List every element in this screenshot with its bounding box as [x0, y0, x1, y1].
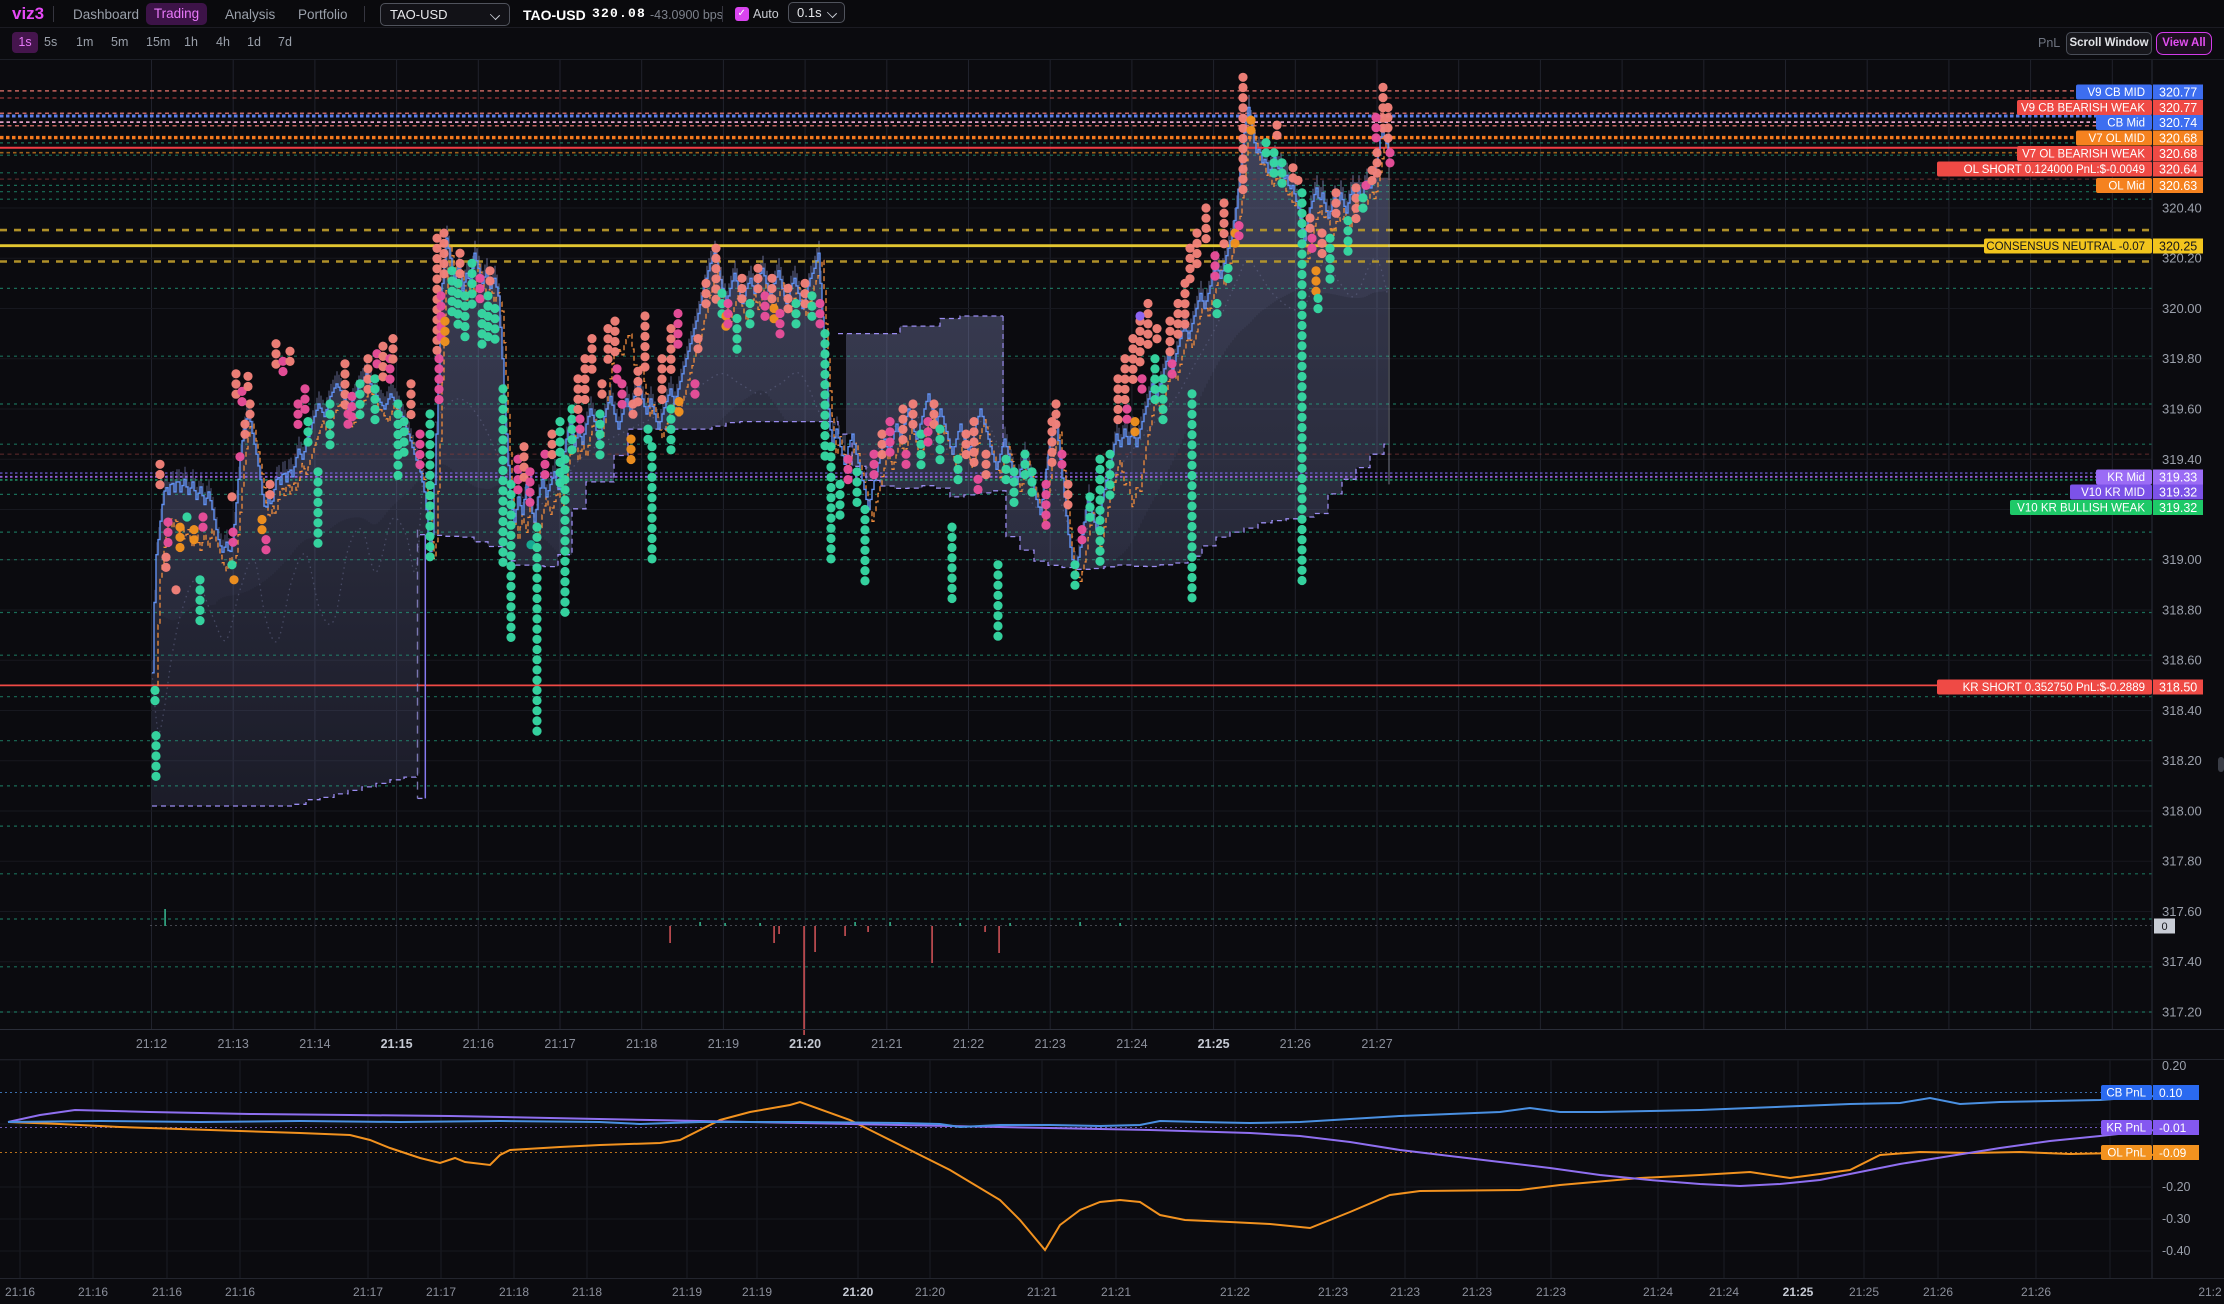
svg-text:21:16: 21:16 — [5, 1285, 35, 1299]
svg-text:0.10: 0.10 — [2159, 1086, 2183, 1100]
svg-text:21:15: 21:15 — [381, 1037, 413, 1051]
svg-text:-0.09: -0.09 — [2159, 1146, 2187, 1160]
svg-text:318.50: 318.50 — [2159, 681, 2197, 695]
svg-text:21:26: 21:26 — [1923, 1285, 1953, 1299]
svg-text:317.40: 317.40 — [2162, 954, 2202, 969]
svg-text:21:14: 21:14 — [299, 1037, 330, 1051]
svg-text:21:13: 21:13 — [218, 1037, 249, 1051]
svg-text:21:2: 21:2 — [2198, 1285, 2222, 1299]
svg-text:21:27: 21:27 — [1361, 1037, 1392, 1051]
svg-text:21:25: 21:25 — [1198, 1037, 1230, 1051]
svg-text:21:23: 21:23 — [1318, 1285, 1348, 1299]
svg-text:-0.20: -0.20 — [2162, 1180, 2191, 1194]
svg-text:320.77: 320.77 — [2159, 101, 2197, 115]
svg-text:319.00: 319.00 — [2162, 552, 2202, 567]
svg-text:21:26: 21:26 — [1280, 1037, 1311, 1051]
svg-text:KR SHORT 0.352750 PnL:$-0.2889: KR SHORT 0.352750 PnL:$-0.2889 — [1963, 682, 2145, 694]
svg-text:320.68: 320.68 — [2159, 132, 2197, 146]
svg-text:21:22: 21:22 — [953, 1037, 984, 1051]
svg-text:V9 CB BEARISH WEAK: V9 CB BEARISH WEAK — [2021, 103, 2145, 115]
svg-text:21:17: 21:17 — [353, 1285, 383, 1299]
svg-text:CONSENSUS NEUTRAL -0.07: CONSENSUS NEUTRAL -0.07 — [1986, 241, 2145, 253]
svg-text:318.00: 318.00 — [2162, 804, 2202, 819]
svg-text:21:20: 21:20 — [915, 1285, 945, 1299]
svg-text:21:17: 21:17 — [544, 1037, 575, 1051]
svg-text:OL SHORT 0.124000 PnL:$-0.0049: OL SHORT 0.124000 PnL:$-0.0049 — [1964, 164, 2145, 176]
svg-text:21:21: 21:21 — [1027, 1285, 1057, 1299]
svg-text:21:26: 21:26 — [2021, 1285, 2051, 1299]
svg-text:-0.30: -0.30 — [2162, 1212, 2191, 1226]
svg-text:CB PnL: CB PnL — [2106, 1088, 2146, 1100]
svg-text:21:20: 21:20 — [789, 1037, 821, 1051]
svg-text:318.80: 318.80 — [2162, 603, 2202, 618]
svg-text:-0.40: -0.40 — [2162, 1244, 2191, 1258]
svg-text:318.20: 318.20 — [2162, 753, 2202, 768]
svg-text:320.77: 320.77 — [2159, 86, 2197, 100]
svg-text:319.40: 319.40 — [2162, 452, 2202, 467]
svg-text:21:25: 21:25 — [1849, 1285, 1879, 1299]
svg-text:319.80: 319.80 — [2162, 351, 2202, 366]
svg-text:21:23: 21:23 — [1462, 1285, 1492, 1299]
svg-text:21:19: 21:19 — [742, 1285, 772, 1299]
svg-text:0: 0 — [2161, 921, 2167, 933]
svg-text:21:12: 21:12 — [136, 1037, 167, 1051]
svg-text:21:24: 21:24 — [1643, 1285, 1673, 1299]
svg-text:320.25: 320.25 — [2159, 240, 2197, 254]
svg-text:319.60: 319.60 — [2162, 402, 2202, 417]
svg-text:V9 CB MID: V9 CB MID — [2087, 87, 2145, 99]
svg-text:21:23: 21:23 — [1390, 1285, 1420, 1299]
svg-text:21:17: 21:17 — [426, 1285, 456, 1299]
svg-text:V7 OL MID: V7 OL MID — [2089, 133, 2145, 145]
svg-text:21:19: 21:19 — [672, 1285, 702, 1299]
svg-text:21:22: 21:22 — [1220, 1285, 1250, 1299]
svg-text:320.74: 320.74 — [2159, 116, 2197, 130]
svg-text:21:21: 21:21 — [871, 1037, 902, 1051]
svg-text:OL Mid: OL Mid — [2108, 181, 2145, 193]
svg-text:21:24: 21:24 — [1709, 1285, 1739, 1299]
svg-text:21:16: 21:16 — [78, 1285, 108, 1299]
svg-text:21:16: 21:16 — [152, 1285, 182, 1299]
svg-text:317.80: 317.80 — [2162, 854, 2202, 869]
svg-text:318.60: 318.60 — [2162, 653, 2202, 668]
svg-text:320.63: 320.63 — [2159, 179, 2197, 193]
svg-text:0.20: 0.20 — [2162, 1059, 2186, 1073]
svg-text:V10 KR BULLISH WEAK: V10 KR BULLISH WEAK — [2017, 503, 2145, 515]
svg-text:317.60: 317.60 — [2162, 904, 2202, 919]
svg-text:21:16: 21:16 — [225, 1285, 255, 1299]
svg-text:21:23: 21:23 — [1536, 1285, 1566, 1299]
svg-text:CB Mid: CB Mid — [2107, 118, 2145, 130]
svg-text:21:23: 21:23 — [1035, 1037, 1066, 1051]
svg-text:21:18: 21:18 — [572, 1285, 602, 1299]
svg-text:21:19: 21:19 — [708, 1037, 739, 1051]
svg-text:V10 KR MID: V10 KR MID — [2081, 487, 2145, 499]
svg-text:KR Mid: KR Mid — [2107, 472, 2145, 484]
svg-text:21:18: 21:18 — [499, 1285, 529, 1299]
svg-text:21:16: 21:16 — [463, 1037, 494, 1051]
svg-text:319.32: 319.32 — [2159, 501, 2197, 515]
svg-text:21:20: 21:20 — [843, 1285, 874, 1299]
svg-text:319.32: 319.32 — [2159, 486, 2197, 500]
svg-text:319.33: 319.33 — [2159, 471, 2197, 485]
svg-text:21:21: 21:21 — [1101, 1285, 1131, 1299]
svg-text:320.00: 320.00 — [2162, 301, 2202, 316]
svg-text:318.40: 318.40 — [2162, 703, 2202, 718]
svg-text:V7 OL BEARISH WEAK: V7 OL BEARISH WEAK — [2022, 149, 2145, 161]
svg-text:21:18: 21:18 — [626, 1037, 657, 1051]
svg-text:320.64: 320.64 — [2159, 163, 2197, 177]
svg-text:317.20: 317.20 — [2162, 1005, 2202, 1020]
svg-text:OL PnL: OL PnL — [2107, 1148, 2146, 1160]
svg-text:-0.01: -0.01 — [2159, 1121, 2187, 1135]
svg-text:KR PnL: KR PnL — [2106, 1123, 2146, 1135]
svg-text:21:25: 21:25 — [1783, 1285, 1814, 1299]
svg-text:320.68: 320.68 — [2159, 147, 2197, 161]
svg-text:320.40: 320.40 — [2162, 201, 2202, 216]
svg-text:21:24: 21:24 — [1116, 1037, 1147, 1051]
